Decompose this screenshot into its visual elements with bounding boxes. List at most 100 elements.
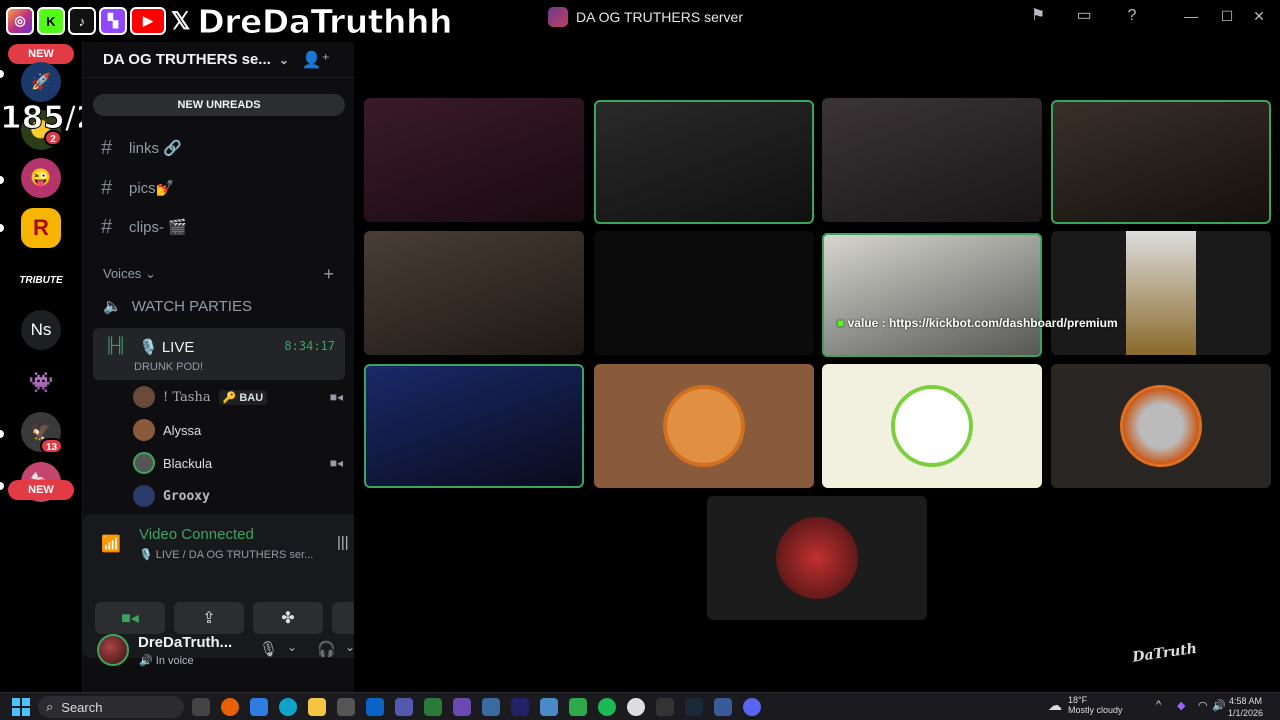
inbox-icon[interactable]: ▭ <box>1074 6 1094 26</box>
user-status: 🔊 In voice <box>139 655 194 667</box>
new-unreads-banner[interactable]: NEW UNREADS <box>93 94 345 116</box>
chevron-down-icon: ⌄ <box>144 266 156 281</box>
channel-label: clips- <box>129 219 165 236</box>
chevron-up-icon[interactable]: ^ <box>1156 699 1161 711</box>
clock-time: 4:58 AM <box>1229 696 1263 706</box>
close-button[interactable]: ✕ <box>1244 4 1274 28</box>
server-rocket[interactable]: 🚀 <box>21 62 61 102</box>
live-channel-status: DRUNK POD! <box>134 361 204 373</box>
window-title: DA OG TRUTHERS server <box>576 9 743 25</box>
discord-icon[interactable] <box>743 698 761 716</box>
video-tile[interactable] <box>1051 100 1271 224</box>
username[interactable]: DreDaTruth... <box>138 634 232 651</box>
editor-icon[interactable] <box>453 698 471 716</box>
file-explorer-icon[interactable] <box>308 698 326 716</box>
teams-icon[interactable] <box>395 698 413 716</box>
channel-pics[interactable]: # pics💅 <box>101 176 174 200</box>
app-icon[interactable] <box>482 698 500 716</box>
kick-app-icon[interactable] <box>569 698 587 716</box>
noise-suppression-icon[interactable]: ||| <box>337 534 349 551</box>
obs-icon[interactable] <box>627 698 645 716</box>
voices-category[interactable]: Voices ⌄ <box>103 266 156 282</box>
firefox-icon[interactable] <box>221 698 239 716</box>
outlook-icon[interactable] <box>366 698 384 716</box>
member-name: Grooxy <box>163 488 210 504</box>
add-channel-icon[interactable]: + <box>323 264 334 285</box>
server-pink-mascot[interactable]: 😜 <box>21 158 61 198</box>
avatar <box>133 419 155 441</box>
server-thumbnail <box>548 7 568 27</box>
cloud-icon: ☁ <box>1048 696 1062 713</box>
new-pill-bottom[interactable]: NEW <box>8 480 74 500</box>
video-tile[interactable] <box>822 98 1042 222</box>
hash-icon: # <box>101 136 113 159</box>
photos-icon[interactable] <box>540 698 558 716</box>
maximize-button[interactable]: ☐ <box>1212 4 1242 28</box>
channel-clips[interactable]: # clips- 🎬 <box>101 215 187 239</box>
avatar <box>1120 385 1202 467</box>
avatar-tile[interactable] <box>822 364 1042 488</box>
video-tile[interactable] <box>364 231 584 355</box>
microphone-icon[interactable]: 🎙 <box>259 640 278 658</box>
avatar-tile[interactable] <box>594 364 814 488</box>
task-view-icon[interactable] <box>192 698 210 716</box>
video-tile[interactable] <box>822 233 1042 357</box>
streamer-overlay: ◎ K ♪ ▚ ▶ 𝕏 DreDaTruthhh <box>0 0 478 42</box>
avatar-tile[interactable] <box>1051 364 1271 488</box>
voice-location[interactable]: 🎙️ LIVE / DA OG TRUTHERS ser... <box>139 548 313 561</box>
avatar <box>891 385 973 467</box>
live-timer: 8:34:17 <box>284 339 335 353</box>
voice-member[interactable]: Blackula ■◂ <box>133 450 343 476</box>
chevron-down-icon[interactable]: ⌄ <box>287 640 297 654</box>
copilot-icon[interactable] <box>250 698 268 716</box>
steam-icon[interactable] <box>685 698 703 716</box>
voice-member[interactable]: ! Tasha 🔑 BAU ■◂ <box>133 384 343 410</box>
wifi-icon[interactable]: ◠ <box>1198 699 1208 712</box>
server-tribute[interactable]: TRIBUTE <box>19 260 62 300</box>
video-tile[interactable] <box>1051 231 1271 355</box>
app-icon[interactable] <box>511 698 529 716</box>
app-tray-icon[interactable]: ◆ <box>1177 699 1185 712</box>
taskbar-search[interactable]: ⌕ Search <box>38 696 184 718</box>
unread-pip <box>0 482 4 490</box>
server-purple-face[interactable]: 👾 <box>21 362 61 402</box>
voice-member[interactable]: Grooxy <box>133 483 343 509</box>
help-icon[interactable]: ? <box>1122 6 1142 26</box>
voice-member[interactable]: Alyssa <box>133 417 343 443</box>
clock[interactable]: 4:58 AM 1/1/2026 <box>1228 695 1263 719</box>
new-pill-top[interactable]: NEW <box>8 44 74 64</box>
headphones-icon[interactable]: 🎧 <box>317 640 336 658</box>
avatar[interactable] <box>97 634 129 666</box>
video-tile[interactable] <box>364 364 584 488</box>
weather-widget[interactable]: ☁ 18°F Mostly cloudy <box>1048 695 1123 715</box>
speaker-icon: 🔈 <box>103 298 122 315</box>
app-icon[interactable] <box>714 698 732 716</box>
avatar <box>663 385 745 467</box>
avatar-tile[interactable] <box>707 496 927 620</box>
volume-icon[interactable]: 🔊 <box>1212 699 1226 712</box>
add-user-icon[interactable]: 👤⁺ <box>302 50 330 70</box>
video-tile[interactable] <box>594 100 814 224</box>
voice-status: Video Connected <box>139 526 254 543</box>
flag-icon[interactable]: ⚑ <box>1028 6 1048 26</box>
voice-activity-icon: ╟╢ <box>105 337 127 354</box>
epic-games-icon[interactable] <box>656 698 674 716</box>
video-tile[interactable] <box>364 98 584 222</box>
windows-start-icon[interactable] <box>12 698 30 716</box>
video-tile[interactable] <box>594 231 814 355</box>
server-ns[interactable]: Ns <box>21 310 61 350</box>
camera-icon: ■◂ <box>329 390 343 404</box>
server-rockstar[interactable]: R <box>21 208 61 248</box>
mention-badge: 13 <box>40 438 64 454</box>
xbox-icon[interactable] <box>424 698 442 716</box>
channel-live[interactable]: ╟╢ 🎙️ LIVE 8:34:17 DRUNK POD! <box>93 328 345 380</box>
signal-icon: 📶 <box>101 536 121 553</box>
minimize-button[interactable]: — <box>1176 4 1206 28</box>
unread-pip <box>0 224 4 232</box>
edge-icon[interactable] <box>279 698 297 716</box>
store-icon[interactable] <box>337 698 355 716</box>
channel-links[interactable]: # links 🔗 <box>101 136 182 160</box>
spotify-icon[interactable] <box>598 698 616 716</box>
channel-watch-parties[interactable]: 🔈 WATCH PARTIES <box>103 297 252 316</box>
taskbar: ⌕ Search ☁ 18°F Mostly cloudy ^ ◆ ◠ 🔊 4:… <box>0 692 1280 720</box>
